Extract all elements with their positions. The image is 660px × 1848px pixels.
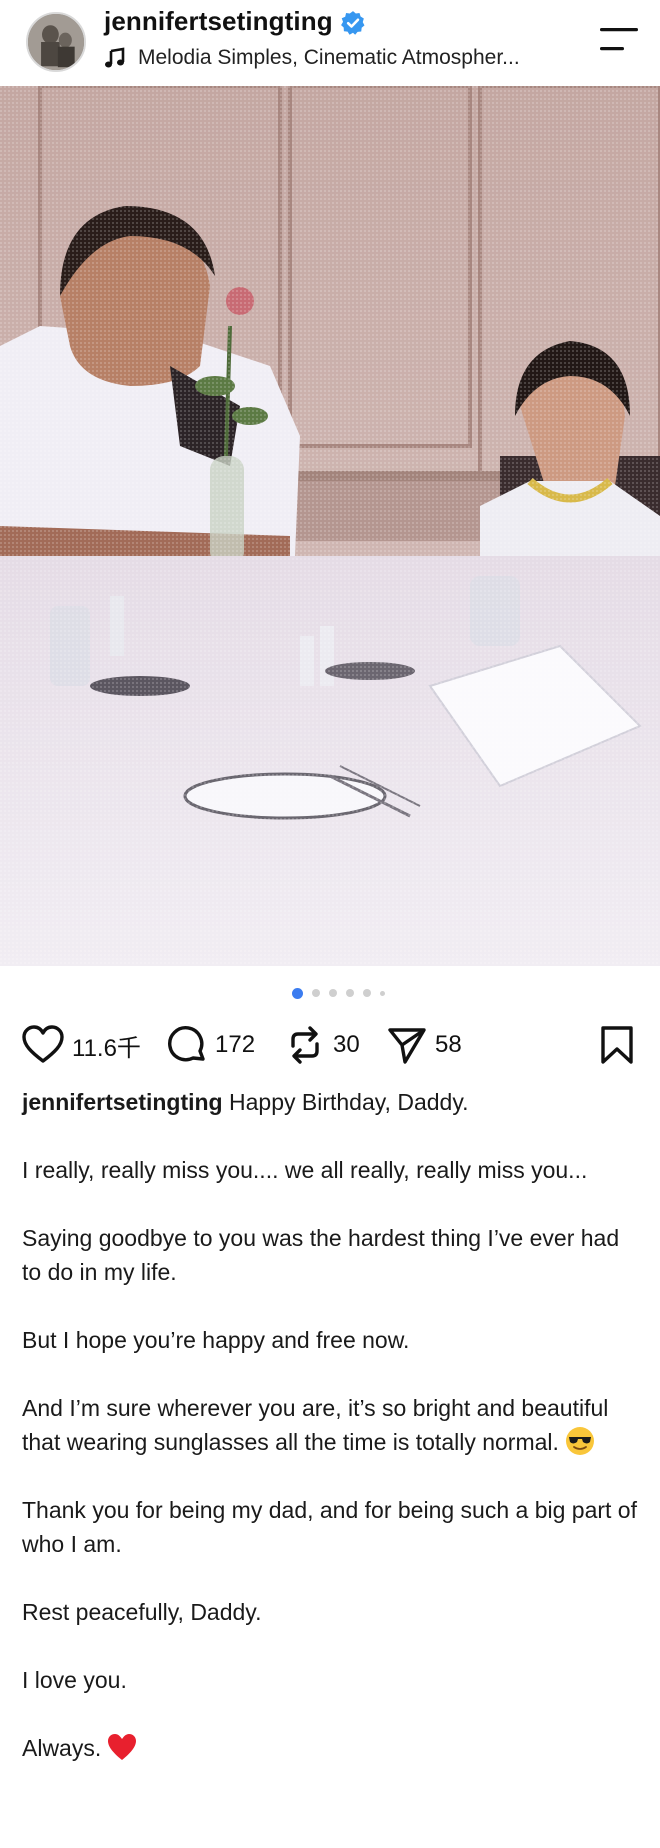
like-button[interactable]: 11.6千 bbox=[22, 1022, 141, 1068]
caption-paragraph-sunglasses: And I’m sure wherever you are, it’s so b… bbox=[22, 1391, 642, 1459]
caption-username[interactable]: jennifertsetingting bbox=[22, 1089, 223, 1115]
carousel-indicator bbox=[292, 987, 394, 999]
action-bar: 11.6千 172 30 58 bbox=[22, 1022, 638, 1068]
carousel-dot bbox=[346, 989, 354, 997]
carousel-dot bbox=[312, 989, 320, 997]
save-button[interactable] bbox=[600, 1022, 634, 1068]
profile-avatar[interactable] bbox=[26, 12, 86, 72]
caption-paragraph: Thank you for being my dad, and for bein… bbox=[22, 1497, 637, 1557]
red-heart-emoji-icon bbox=[108, 1734, 137, 1760]
repost-count: 30 bbox=[333, 1031, 360, 1058]
caption-text: Always. bbox=[22, 1735, 102, 1761]
post-header: jennifertsetingting Melodia Simples, Cin… bbox=[0, 0, 660, 86]
comment-button[interactable]: 172 bbox=[167, 1022, 255, 1068]
post-username[interactable]: jennifertsetingting bbox=[104, 6, 333, 37]
verified-badge-icon bbox=[341, 11, 365, 35]
caption-paragraph: Saying goodbye to you was the hardest th… bbox=[22, 1225, 620, 1285]
caption-text: And I’m sure wherever you are, it’s so b… bbox=[22, 1395, 609, 1455]
comment-count: 172 bbox=[215, 1031, 256, 1058]
caption-text: Happy Birthday, Daddy. bbox=[229, 1089, 469, 1115]
caption-paragraph: But I hope you’re happy and free now. bbox=[22, 1327, 410, 1353]
menu-icon[interactable] bbox=[600, 26, 638, 52]
carousel-dot bbox=[363, 989, 371, 997]
carousel-dot-active bbox=[292, 987, 303, 999]
audio-track[interactable]: Melodia Simples, Cinematic Atmospher... bbox=[104, 44, 520, 72]
caption-paragraph: Rest peacefully, Daddy. bbox=[22, 1599, 262, 1625]
share-button[interactable]: 58 bbox=[387, 1022, 462, 1068]
carousel-dot bbox=[380, 990, 385, 996]
music-note-icon bbox=[105, 47, 125, 68]
bookmark-icon bbox=[601, 1026, 633, 1064]
caption-first-line: jennifertsetingting Happy Birthday, Dadd… bbox=[22, 1085, 642, 1119]
repost-button[interactable]: 30 bbox=[285, 1022, 360, 1068]
caption-paragraph-heart: Always. bbox=[22, 1731, 642, 1765]
heart-icon bbox=[22, 1025, 64, 1063]
audio-track-title: Melodia Simples, Cinematic Atmospher... bbox=[138, 46, 520, 69]
sunglasses-emoji-icon bbox=[565, 1427, 594, 1455]
post-caption: jennifertsetingting Happy Birthday, Dadd… bbox=[22, 1085, 642, 1799]
carousel-dot bbox=[329, 989, 337, 997]
caption-paragraph: I really, really miss you.... we all rea… bbox=[22, 1157, 588, 1183]
caption-paragraph: I love you. bbox=[22, 1667, 127, 1693]
post-photo[interactable] bbox=[0, 86, 660, 966]
send-icon bbox=[388, 1028, 426, 1064]
like-count: 11.6千 bbox=[72, 1034, 141, 1062]
share-count: 58 bbox=[435, 1031, 462, 1058]
comment-icon bbox=[168, 1026, 205, 1062]
repost-icon bbox=[291, 1026, 319, 1064]
